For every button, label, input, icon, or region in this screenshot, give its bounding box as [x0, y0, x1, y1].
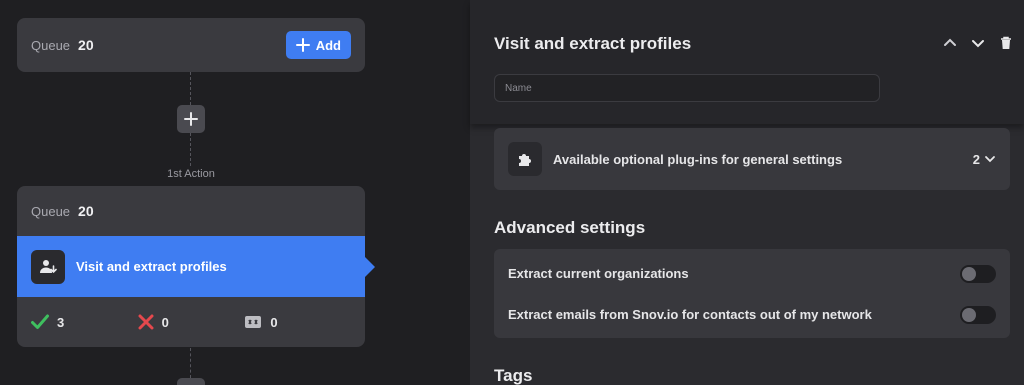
queue-label: Queue [31, 37, 71, 53]
setting-extract-organizations: Extract current organizations [494, 253, 1010, 294]
advanced-settings: Extract current organizations Extract em… [494, 249, 1010, 338]
visit-profile-icon [31, 249, 65, 284]
stat-failed-value: 0 [161, 314, 169, 330]
stat-skipped-value: 0 [270, 314, 278, 330]
plus-icon [295, 38, 310, 52]
connector-line [190, 348, 191, 378]
add-button[interactable]: Add [285, 31, 351, 59]
queue-count: 20 [78, 37, 94, 53]
plugins-count[interactable]: 2 [973, 152, 996, 167]
setting-extract-emails: Extract emails from Snov.io for contacts… [494, 294, 1010, 335]
stat-success: 3 [31, 314, 138, 330]
check-icon [31, 314, 49, 329]
workflow-canvas: Queue 20 Add 1st Action Queue 20 Visit a… [0, 0, 470, 385]
step-title: Visit and extract profiles [76, 259, 227, 274]
chevron-down-icon[interactable] [970, 35, 986, 51]
setting-label: Extract emails from Snov.io for contacts… [508, 307, 872, 322]
tags-title: Tags [494, 366, 533, 385]
advanced-settings-title: Advanced settings [494, 218, 646, 237]
plus-icon [184, 112, 198, 126]
panel-title: Visit and extract profiles [494, 34, 692, 53]
connector-line [190, 133, 191, 166]
stat-failed: 0 [138, 314, 245, 330]
trash-icon[interactable] [998, 35, 1014, 51]
plugins-label: Available optional plug-ins for general … [553, 151, 843, 167]
action-label: 1st Action [167, 168, 215, 180]
panel-header: Visit and extract profiles [470, 0, 1024, 124]
extract-emails-toggle[interactable] [960, 305, 996, 324]
puzzle-icon [508, 142, 542, 176]
skipped-icon [245, 316, 262, 328]
extract-organizations-toggle[interactable] [960, 264, 996, 283]
chevron-up-icon[interactable] [942, 35, 958, 51]
insert-step-button[interactable] [177, 378, 205, 385]
insert-step-button[interactable] [177, 105, 205, 133]
queue-card: Queue 20 Add [17, 18, 365, 72]
stat-skipped: 0 [244, 314, 351, 330]
settings-panel: Visit and extract profiles Available opt… [470, 0, 1024, 385]
queue-label: Queue [31, 203, 71, 219]
step-stats: 3 0 0 [17, 297, 365, 347]
chevron-down-icon [985, 156, 995, 163]
active-step[interactable]: Visit and extract profiles [17, 236, 375, 297]
add-button-label: Add [315, 37, 341, 53]
step-name-input[interactable] [494, 74, 880, 102]
action-card: Queue 20 Visit and extract profiles 3 0 [17, 186, 375, 347]
plugins-count-value: 2 [972, 151, 980, 167]
queue-count: 20 [78, 203, 94, 219]
stat-success-value: 3 [57, 314, 65, 330]
connector-line [190, 72, 191, 105]
setting-label: Extract current organizations [508, 266, 689, 281]
plugins-row[interactable]: Available optional plug-ins for general … [494, 128, 1010, 190]
x-icon [138, 314, 154, 330]
